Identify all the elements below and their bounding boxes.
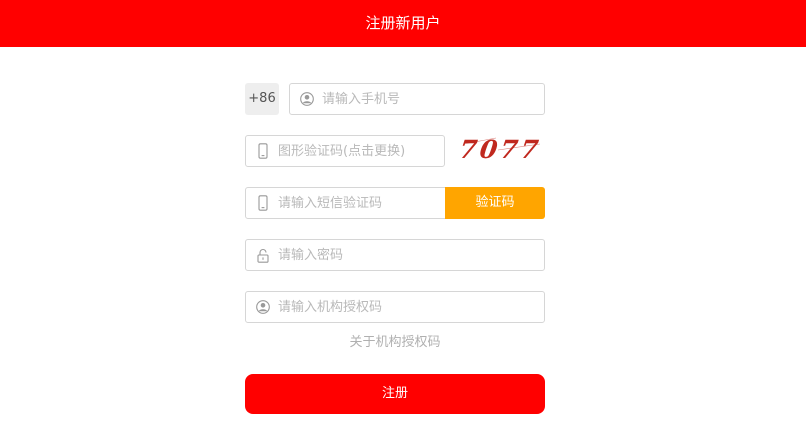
about-auth-code-link[interactable]: 关于机构授权码	[245, 334, 545, 352]
auth-code-input[interactable]	[278, 292, 538, 322]
phone-field[interactable]	[289, 83, 545, 115]
phone-icon	[255, 143, 271, 159]
country-code-label: +86	[245, 83, 279, 115]
image-captcha-input[interactable]	[278, 136, 438, 166]
image-captcha-field[interactable]	[245, 135, 445, 167]
user-icon	[255, 299, 271, 315]
auth-code-field[interactable]	[245, 291, 545, 323]
captcha-text: 7077	[458, 134, 543, 164]
page-header: 注册新用户	[0, 0, 806, 47]
password-field[interactable]	[245, 239, 545, 271]
lock-icon	[255, 247, 271, 263]
page-title: 注册新用户	[365, 14, 441, 32]
get-sms-code-button[interactable]: 验证码	[445, 187, 545, 219]
sms-code-field[interactable]	[245, 187, 446, 219]
sms-code-input[interactable]	[278, 188, 438, 218]
captcha-image[interactable]: 7077	[458, 132, 548, 166]
user-icon	[299, 91, 315, 107]
password-input[interactable]	[278, 240, 538, 270]
phone-input[interactable]	[322, 84, 537, 114]
phone-icon	[255, 195, 271, 211]
register-button[interactable]: 注册	[245, 374, 545, 414]
